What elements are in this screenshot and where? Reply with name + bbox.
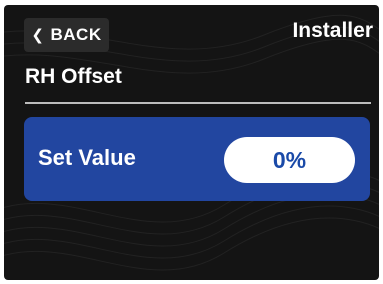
chevron-left-icon: ❮ xyxy=(31,27,45,44)
screen: ❮ BACK Installer RH Offset Set Value 0% xyxy=(0,0,383,284)
back-button-label: BACK xyxy=(50,25,102,44)
device-panel: ❮ BACK Installer RH Offset Set Value 0% xyxy=(4,5,379,280)
set-value-row[interactable]: Set Value 0% xyxy=(24,117,370,201)
divider xyxy=(25,102,371,104)
page-title: RH Offset xyxy=(25,65,122,88)
set-value-label: Set Value xyxy=(38,145,136,170)
back-button[interactable]: ❮ BACK xyxy=(24,18,109,52)
mode-label: Installer xyxy=(292,19,373,42)
set-value-field[interactable]: 0% xyxy=(224,137,355,183)
